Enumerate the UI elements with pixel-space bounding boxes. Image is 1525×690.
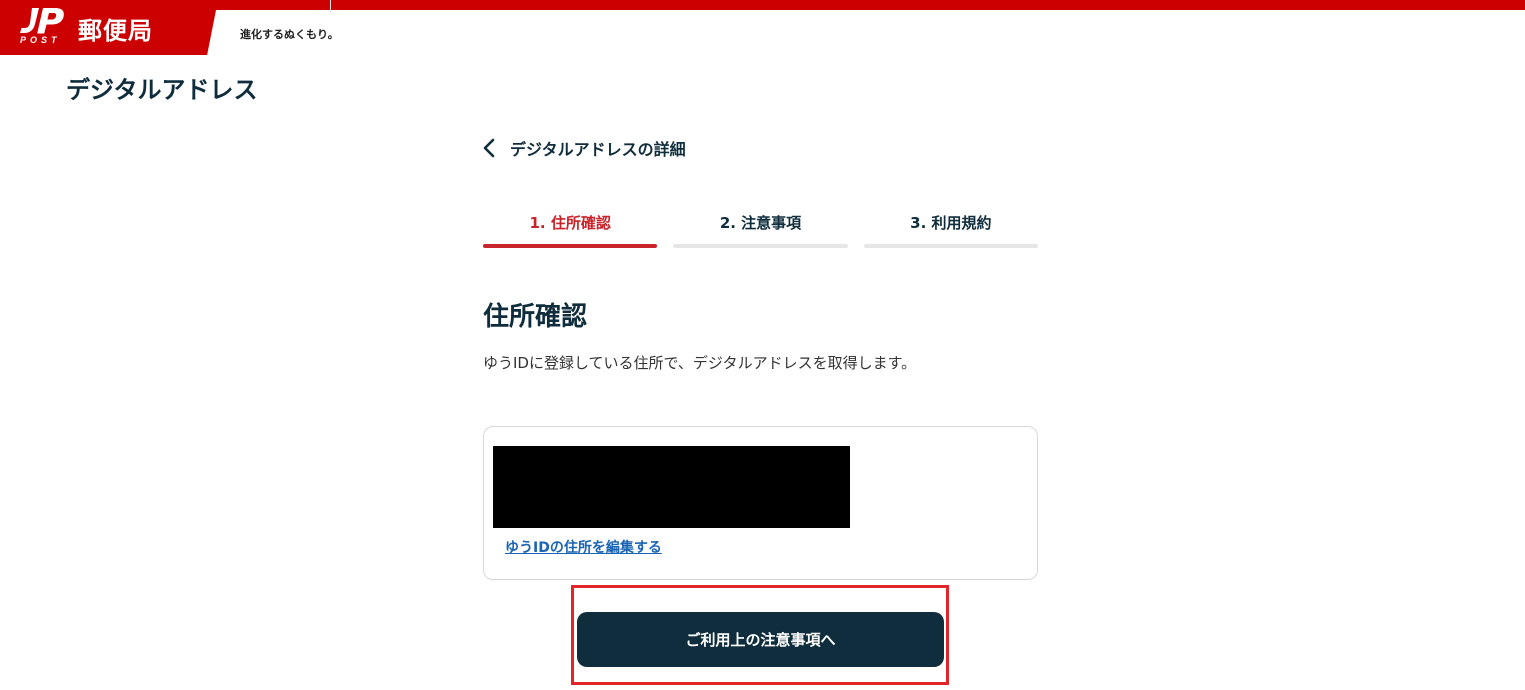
jp-logo-icon <box>20 8 64 34</box>
service-title: デジタルアドレス <box>66 76 258 104</box>
logo-post-text: POST <box>20 35 61 45</box>
back-link[interactable]: デジタルアドレスの詳細 <box>480 134 686 162</box>
tagline: 進化するぬくもり。 <box>240 28 339 41</box>
step-2: 2. 注意事項 <box>673 210 848 248</box>
header-divider <box>330 0 331 12</box>
edit-address-link[interactable]: ゆうIDの住所を編集する <box>505 537 662 557</box>
header-top-bar <box>0 0 1525 10</box>
logo-name: 郵便局 <box>78 17 153 45</box>
step-3: 3. 利用規約 <box>863 210 1038 248</box>
next-notes-button[interactable]: ご利用上の注意事項へ <box>577 612 944 667</box>
step-indicator: 1. 住所確認 2. 注意事項 3. 利用規約 <box>483 210 1038 248</box>
address-card: ゆうIDの住所を編集する <box>483 426 1038 580</box>
step-label: 1. 住所確認 <box>529 214 611 232</box>
section-title: 住所確認 <box>483 302 588 332</box>
step-1: 1. 住所確認 <box>483 210 658 248</box>
section-description: ゆうIDに登録している住所で、デジタルアドレスを取得します。 <box>483 354 917 372</box>
chevron-left-icon <box>483 138 495 158</box>
step-label: 2. 注意事項 <box>719 214 802 232</box>
step-label: 3. 利用規約 <box>910 214 992 232</box>
japan-post-logo[interactable]: POST 郵便局 <box>0 0 218 55</box>
step-progress-bar <box>483 244 658 248</box>
back-link-label: デジタルアドレスの詳細 <box>510 140 686 159</box>
redacted-address <box>493 446 850 528</box>
step-progress-bar <box>863 244 1038 248</box>
step-progress-bar <box>673 244 848 248</box>
